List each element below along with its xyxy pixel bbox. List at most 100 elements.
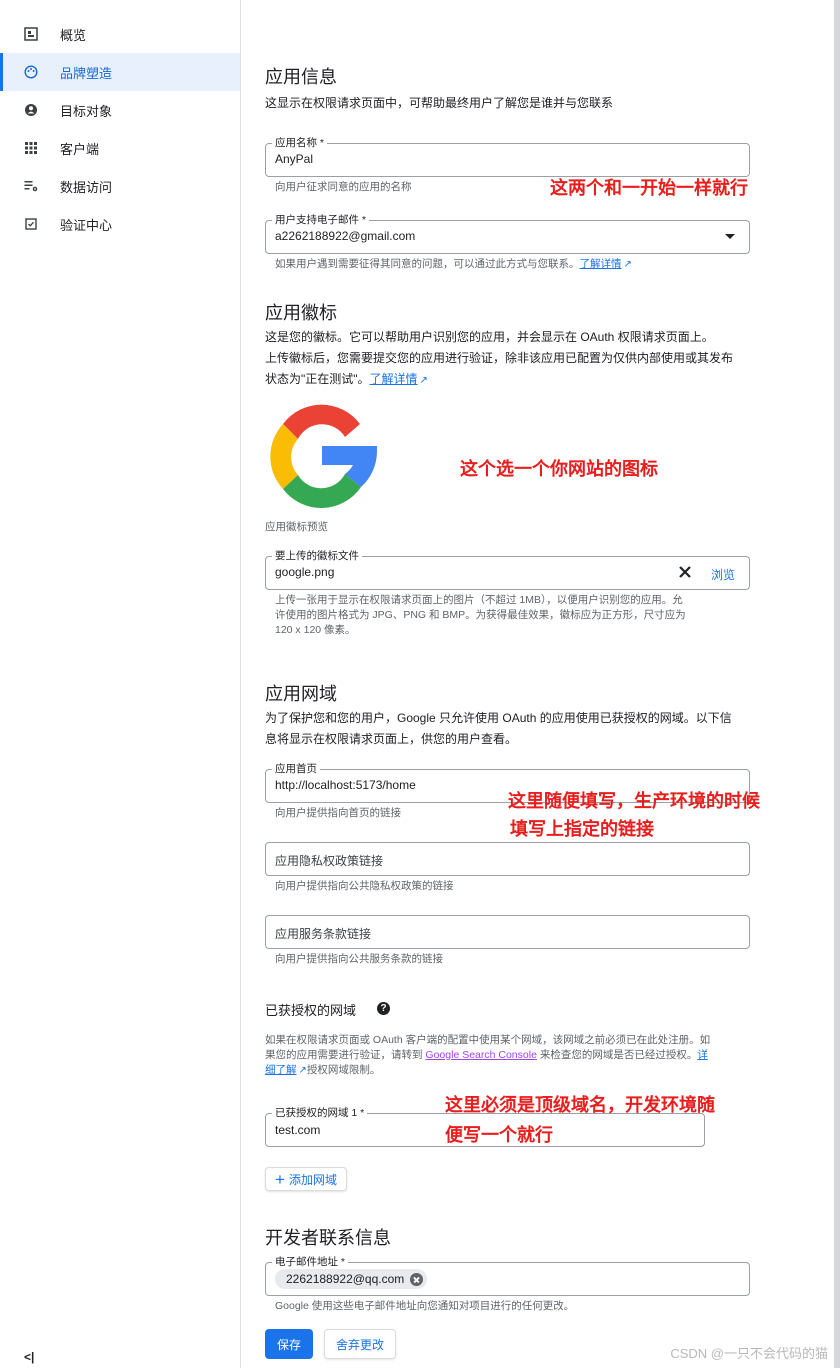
authorized-desc-line-1: 如果在权限请求页面或 OAuth 客户端的配置中使用某个网域，该网域之前必须已在… [265, 1034, 711, 1046]
details-link-part-1[interactable]: 详 [697, 1049, 708, 1061]
logo-file-value: google.png [275, 565, 335, 579]
logo-file-label: 要上传的徽标文件 [272, 550, 362, 562]
authorized-desc-line-3-text: 授权网域限制。 [306, 1064, 381, 1076]
sidebar-item-verification[interactable]: 验证中心 [0, 205, 240, 243]
external-link-icon: ↗ [623, 259, 632, 270]
logo-desc-line-2: 上传徽标后，您需要提交您的应用进行验证，除非该应用已配置为仅供内部使用或其发布 [265, 351, 734, 365]
dashboard-icon [23, 26, 39, 42]
sidebar-nav: 概览 品牌塑造 目标对象 客户端 数据访问 验证中心 [0, 15, 240, 243]
logo-preview-caption: 应用徽标预览 [265, 521, 328, 533]
external-link-icon: ↗ [298, 1065, 307, 1076]
privacy-policy-hint: 向用户提供指向公共隐私权政策的链接 [275, 880, 454, 892]
support-email-select[interactable]: 用户支持电子邮件 * a2262188922@gmail.com [265, 214, 750, 254]
authorized-desc-line-2-text: 果您的应用需要进行验证，请转到 [265, 1049, 426, 1061]
learn-more-link[interactable]: 了解详情 [580, 258, 622, 270]
homepage-value: http://localhost:5173/home [275, 778, 416, 792]
developer-email-field[interactable]: 电子邮件地址 * 2262188922@qq.com [265, 1256, 750, 1296]
app-name-hint: 向用户征求同意的应用的名称 [275, 181, 412, 193]
sidebar-item-audience[interactable]: 目标对象 [0, 91, 240, 129]
domain-desc-line-1: 为了保护您和您的用户，Google 只允许使用 OAuth 的应用使用已获授权的… [265, 711, 732, 725]
sidebar-item-label: 数据访问 [60, 179, 113, 195]
logo-description: 这是您的徽标。它可以帮助用户识别您的应用，并会显示在 OAuth 权限请求页面上… [265, 327, 733, 391]
privacy-policy-field[interactable]: 应用隐私权政策链接 [265, 842, 750, 876]
authorized-domain-1-label: 已获授权的网域 1 * [272, 1107, 368, 1119]
save-button[interactable]: 保存 [265, 1329, 313, 1359]
terms-of-service-field[interactable]: 应用服务条款链接 [265, 915, 750, 949]
section-title-developer: 开发者联系信息 [265, 1228, 391, 1248]
support-email-hint-text: 如果用户遇到需要征得其同意的问题，可以通过此方式与您联系。 [275, 258, 580, 270]
clear-file-icon[interactable] [677, 564, 693, 580]
watermark: CSDN @一只不会代码的猫 [670, 1346, 828, 1361]
privacy-policy-placeholder: 应用隐私权政策链接 [275, 854, 384, 868]
support-email-value: a2262188922@gmail.com [275, 229, 416, 243]
authorized-desc-line-2-text-b: 来检查您的网域是否已经过授权。 [536, 1049, 698, 1061]
developer-email-hint: Google 使用这些电子邮件地址向您通知对项目进行的任何更改。 [275, 1300, 575, 1312]
browse-button[interactable]: 浏览 [711, 566, 735, 583]
app-name-field[interactable]: 应用名称 * AnyPal [265, 137, 750, 177]
app-name-value: AnyPal [275, 152, 314, 166]
sidebar-item-branding[interactable]: 品牌塑造 [0, 53, 240, 91]
sidebar-item-overview[interactable]: 概览 [0, 15, 240, 53]
palette-icon [23, 64, 39, 80]
terms-of-service-hint: 向用户提供指向公共服务条款的链接 [275, 953, 443, 965]
homepage-hint: 向用户提供指向首页的链接 [275, 807, 401, 819]
grid-icon [23, 140, 39, 156]
authorized-desc-line-2: 果您的应用需要进行验证，请转到 Google Search Console 来检… [265, 1048, 710, 1063]
support-email-hint: 如果用户遇到需要征得其同意的问题，可以通过此方式与您联系。了解详情 ↗ [275, 257, 632, 272]
authorized-domains-title: 已获授权的网域 [265, 1003, 357, 1018]
remove-chip-icon[interactable] [410, 1272, 424, 1286]
add-domain-label: 添加网域 [288, 1172, 337, 1187]
logo-file-hint-line-2: 许使用的图片格式为 JPG、PNG 和 BMP。为获得最佳效果，徽标应为正方形，… [275, 609, 686, 621]
dropdown-arrow-icon[interactable] [725, 234, 735, 239]
checkbox-icon [23, 216, 39, 232]
sidebar-item-label: 客户端 [60, 141, 100, 157]
logo-desc-line-3-text: 状态为"正在测试"。 [265, 372, 370, 386]
logo-file-hint-line-3: 120 x 120 像素。 [275, 624, 356, 636]
authorized-domains-description: 如果在权限请求页面或 OAuth 客户端的配置中使用某个网域，该网域之前必须已在… [265, 1033, 710, 1078]
sidebar: 概览 品牌塑造 目标对象 客户端 数据访问 验证中心 <| [0, 0, 241, 1368]
terms-of-service-placeholder: 应用服务条款链接 [275, 927, 372, 941]
homepage-label: 应用首页 [272, 763, 320, 775]
annotation-homepage-line-1: 这里随便填写，生产环境的时候 [508, 791, 760, 811]
details-link-part-2[interactable]: 细了解 [265, 1064, 297, 1076]
developer-email-label: 电子邮件地址 * [272, 1256, 349, 1268]
search-console-link[interactable]: Google Search Console [425, 1049, 537, 1061]
sidebar-item-label: 目标对象 [60, 103, 113, 119]
discard-changes-button[interactable]: 舍弃更改 [324, 1329, 396, 1359]
app-name-label: 应用名称 * [272, 137, 328, 149]
logo-file-field[interactable]: 要上传的徽标文件 google.png 浏览 [265, 550, 750, 590]
help-icon[interactable]: ? [377, 1002, 390, 1015]
domain-description: 为了保护您和您的用户，Google 只允许使用 OAuth 的应用使用已获授权的… [265, 708, 732, 750]
person-icon [23, 102, 39, 118]
support-email-label: 用户支持电子邮件 * [272, 214, 370, 226]
annotation-choose-icon: 这个选一个你网站的图标 [460, 459, 658, 479]
section-title-domain: 应用网域 [265, 684, 337, 704]
plus-icon: + [275, 1169, 285, 1189]
logo-file-hint-line-1: 上传一张用于显示在权限请求页面上的图片（不超过 1MB），以便用户识别您的应用。… [275, 594, 683, 606]
logo-learn-more-link[interactable]: 了解详情 [370, 372, 418, 386]
add-domain-button[interactable]: + 添加网域 [265, 1167, 347, 1191]
collapse-sidebar-button[interactable]: <| [24, 1350, 34, 1364]
logo-file-hint: 上传一张用于显示在权限请求页面上的图片（不超过 1MB），以便用户识别您的应用。… [275, 593, 686, 638]
sidebar-item-data-access[interactable]: 数据访问 [0, 167, 240, 205]
logo-desc-line-1: 这是您的徽标。它可以帮助用户识别您的应用，并会显示在 OAuth 权限请求页面上… [265, 330, 714, 344]
authorized-desc-line-3: 细了解 ↗授权网域限制。 [265, 1063, 710, 1078]
section-title-logo: 应用徽标 [265, 303, 337, 323]
list-settings-icon [23, 178, 39, 194]
google-logo-preview [270, 404, 377, 509]
annotation-homepage-line-2: 填写上指定的链接 [510, 819, 654, 839]
section-title-app-info: 应用信息 [265, 67, 337, 87]
external-link-icon: ↗ [419, 375, 428, 386]
annotation-same-as-before: 这两个和一开始一样就行 [550, 178, 748, 198]
sidebar-item-label: 验证中心 [60, 217, 113, 233]
sidebar-item-label: 品牌塑造 [60, 65, 113, 81]
annotation-domain-line-1: 这里必须是顶级域名，开发环境随 [445, 1095, 715, 1115]
scrollbar-thumb[interactable] [834, 0, 840, 1368]
sidebar-item-label: 概览 [60, 27, 87, 43]
sidebar-item-clients[interactable]: 客户端 [0, 129, 240, 167]
annotation-domain-line-2: 便写一个就行 [445, 1125, 553, 1145]
authorized-domain-1-value: test.com [275, 1123, 321, 1137]
logo-desc-line-3: 状态为"正在测试"。了解详情 ↗ [265, 369, 733, 391]
email-chip[interactable]: 2262188922@qq.com [275, 1269, 428, 1289]
domain-desc-line-2: 息将显示在权限请求页面上，供您的用户查看。 [265, 732, 518, 746]
